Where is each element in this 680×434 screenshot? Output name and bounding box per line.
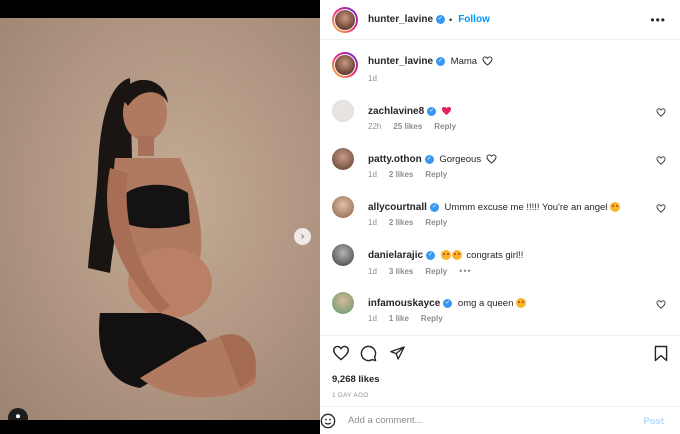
white-heart-icon — [482, 56, 493, 67]
comment-time: 1d — [368, 218, 377, 227]
save-bookmark-icon[interactable] — [654, 345, 668, 362]
emoji-smiley-icon[interactable] — [320, 413, 336, 429]
verified-icon: ✓ — [424, 154, 434, 164]
reply-button[interactable]: Reply — [425, 170, 447, 179]
user-icon — [16, 414, 20, 419]
red-heart-icon — [441, 107, 451, 116]
comment-time: 1d — [368, 267, 377, 276]
more-options-button[interactable]: ••• — [650, 13, 666, 27]
commenter-avatar[interactable] — [332, 196, 354, 218]
comment-username[interactable]: danielarajic — [368, 250, 423, 261]
commenter-avatar[interactable] — [332, 244, 354, 266]
comment-text: congrats girl!! — [466, 250, 524, 261]
comment-text-line: zachlavine8 ✓ — [368, 106, 452, 117]
like-comment-heart-icon[interactable] — [656, 108, 666, 117]
model-photo — [88, 78, 256, 398]
comment-meta: 1d 2 likes Reply — [368, 170, 459, 179]
star-struck-emoji-icon — [516, 298, 527, 309]
comment-time: 22h — [368, 122, 382, 131]
caption-meta: 1d — [368, 74, 389, 83]
verified-icon: ✓ — [426, 250, 436, 260]
verified-icon: ✓ — [436, 15, 446, 24]
post-side-panel: hunter_lavine ✓ • Follow ••• hunter_lavi… — [320, 0, 680, 434]
commenter-avatar[interactable] — [332, 100, 354, 122]
separator: • — [449, 14, 453, 25]
comment-username[interactable]: allycourtnall — [368, 202, 427, 213]
author-username[interactable]: hunter_lavine — [368, 14, 433, 25]
comment-meta: 1d 3 likes Reply ••• — [368, 266, 484, 276]
comment-likes[interactable]: 2 likes — [389, 218, 413, 227]
comment-text-line: danielarajic ✓ congrats girl!! — [368, 250, 523, 261]
verified-icon: ✓ — [429, 202, 439, 212]
comment-text-line: allycourtnall ✓ Ummm excuse me !!!!! You'… — [368, 202, 621, 213]
comment-meta: 1d 2 likes Reply — [368, 218, 459, 227]
comment-meta: 1d 1 like Reply — [368, 314, 455, 323]
like-comment-heart-icon[interactable] — [656, 300, 666, 309]
reply-button[interactable]: Reply — [425, 218, 447, 227]
caption-avatar[interactable] — [332, 52, 358, 78]
post-modal: › hunter_lavine ✓ • Follow ••• hunter_la… — [0, 0, 680, 434]
caption-text: Mama — [450, 56, 478, 67]
comment-likes[interactable]: 25 likes — [393, 122, 422, 131]
follow-button[interactable]: Follow — [458, 14, 490, 25]
comment-bubble-icon[interactable] — [360, 345, 377, 362]
comment-more-options[interactable]: ••• — [459, 266, 471, 276]
comment-text: Gorgeous — [439, 154, 482, 165]
comment-likes[interactable]: 3 likes — [389, 267, 413, 276]
caption-username[interactable]: hunter_lavine — [368, 56, 433, 67]
like-comment-heart-icon[interactable] — [656, 156, 666, 165]
star-struck-emoji-icon — [610, 202, 621, 213]
like-heart-icon[interactable] — [332, 345, 350, 361]
caption-text-line: hunter_lavine ✓ Mama — [368, 56, 493, 67]
white-heart-icon — [486, 154, 497, 165]
comment-time: 1d — [368, 170, 377, 179]
share-paper-plane-icon[interactable] — [389, 345, 406, 361]
comment-time: 1d — [368, 314, 377, 323]
comment-meta: 22h 25 likes Reply — [368, 122, 468, 131]
comment-username[interactable]: infamouskayce — [368, 298, 440, 309]
comments-list: hunter_lavine ✓ Mama 1d zachlavine8 ✓ 22h 2… — [320, 40, 680, 335]
reply-button[interactable]: Reply — [434, 122, 456, 131]
post-actions-bar — [320, 335, 680, 371]
post-header: hunter_lavine ✓ • Follow ••• — [320, 0, 680, 40]
caption-time: 1d — [368, 74, 377, 83]
post-timestamp: 1 DAY AGO — [332, 392, 369, 399]
next-slide-button[interactable]: › — [294, 228, 311, 245]
post-media: › — [0, 18, 320, 420]
verified-icon: ✓ — [427, 106, 437, 116]
star-struck-emoji-icon — [451, 250, 462, 261]
comment-likes[interactable]: 1 like — [389, 314, 409, 323]
commenter-avatar[interactable] — [332, 292, 354, 314]
comment-likes[interactable]: 2 likes — [389, 170, 413, 179]
verified-icon: ✓ — [443, 298, 453, 308]
comment-text: omg a queen — [457, 298, 514, 309]
commenter-avatar[interactable] — [332, 148, 354, 170]
like-count[interactable]: 9,268 likes — [332, 374, 380, 385]
verified-icon: ✓ — [436, 56, 446, 66]
like-comment-heart-icon[interactable] — [656, 204, 666, 213]
reply-button[interactable]: Reply — [421, 314, 443, 323]
post-comment-button[interactable]: Post — [643, 416, 664, 427]
comment-text-line: patty.othon ✓ Gorgeous — [368, 154, 497, 165]
star-struck-emoji-icon — [440, 250, 451, 261]
reply-button[interactable]: Reply — [425, 267, 447, 276]
add-comment-input[interactable] — [348, 415, 608, 426]
comment-text: Ummm excuse me !!!!! You're an angel — [444, 202, 608, 213]
comment-username[interactable]: patty.othon — [368, 154, 422, 165]
comment-username[interactable]: zachlavine8 — [368, 106, 424, 117]
author-avatar[interactable] — [332, 6, 358, 33]
comment-text-line: infamouskayce ✓ omg a queen — [368, 298, 527, 309]
add-comment-bar: Post — [320, 406, 680, 434]
